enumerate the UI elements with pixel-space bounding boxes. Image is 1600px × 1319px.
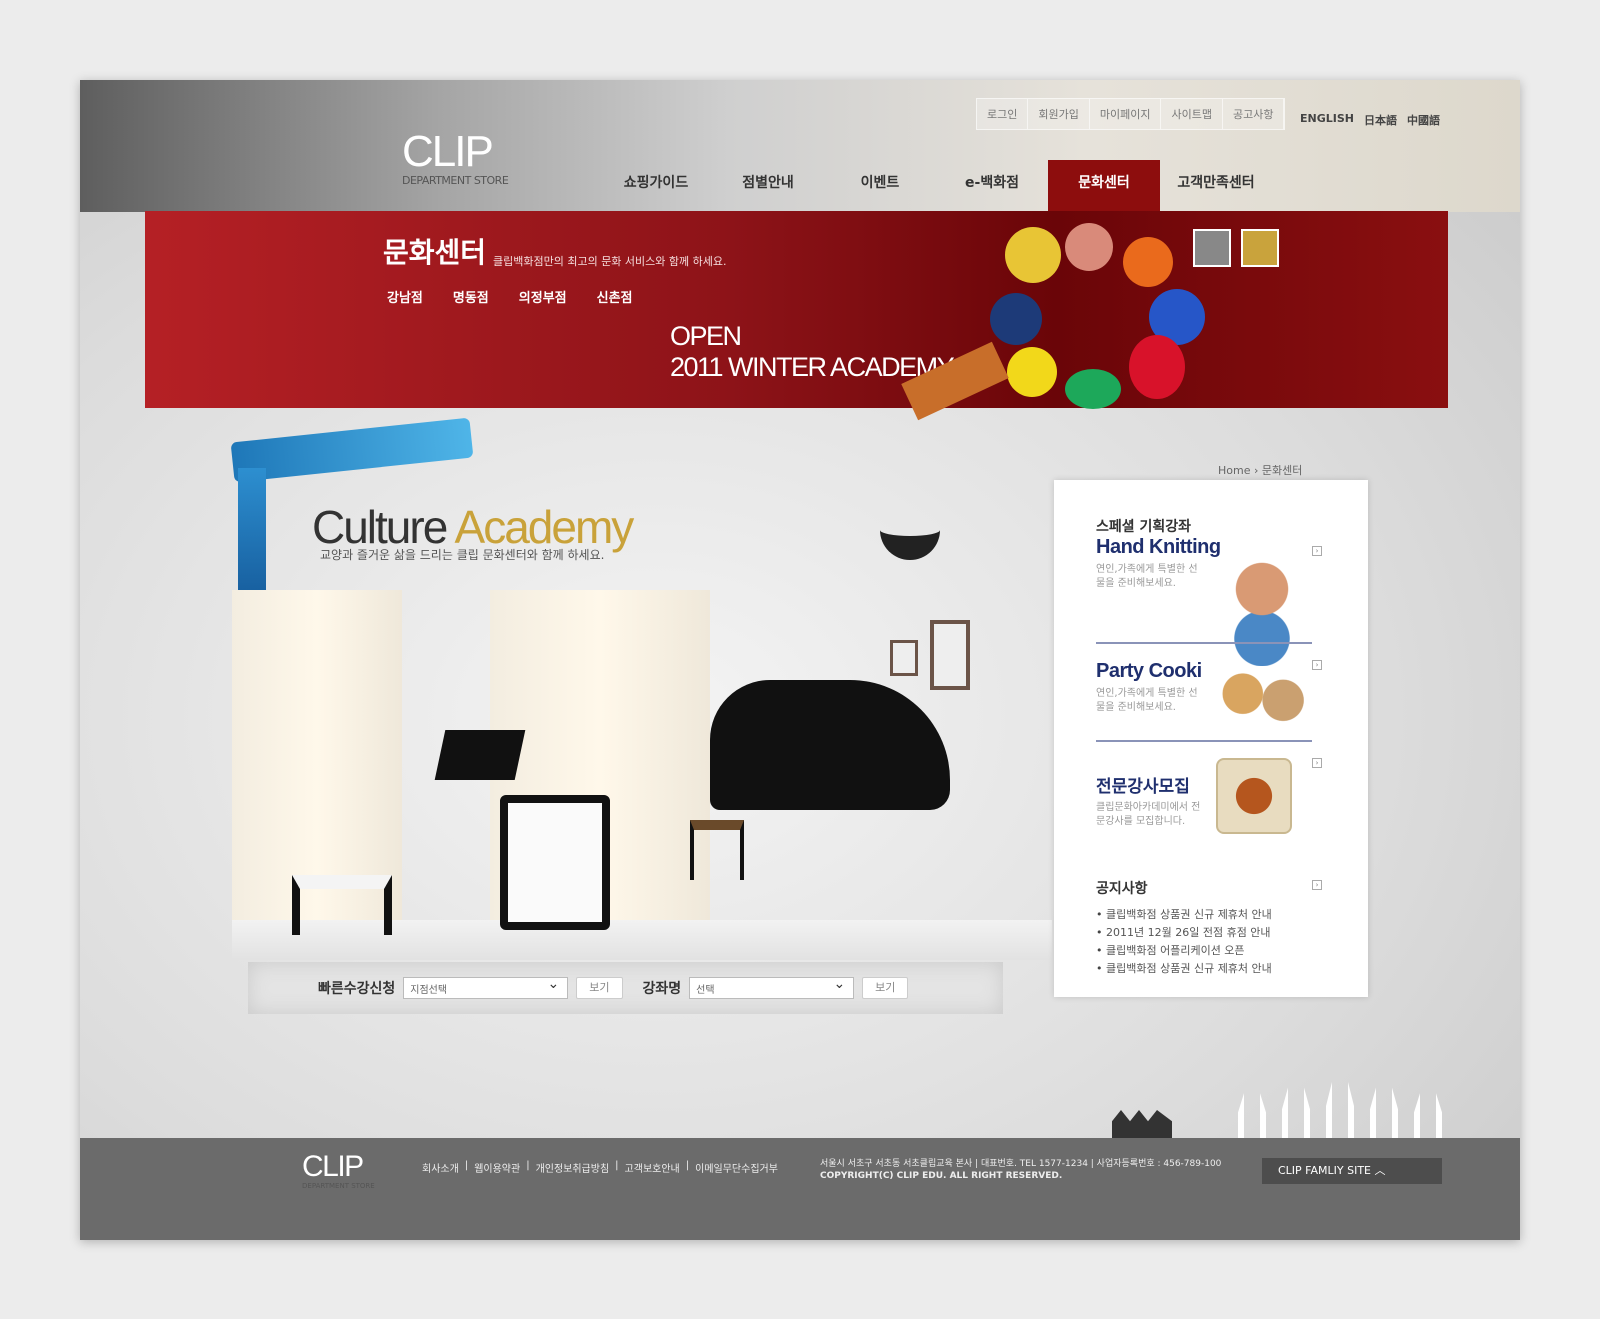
grand-piano — [710, 680, 950, 810]
notice-section: 공지사항 › 클립백화점 상품권 신규 제휴처 안내 2011년 12월 26일… — [1096, 878, 1322, 978]
piano-stool — [690, 820, 744, 880]
branch-uijeongbu[interactable]: 의정부점 — [519, 287, 567, 306]
breadcrumb-separator: › — [1253, 464, 1259, 477]
house-decoration — [1112, 1110, 1172, 1138]
yarn-image — [1224, 556, 1300, 666]
nav-culture-center[interactable]: 문화센터 — [1048, 160, 1160, 212]
paint-yellow — [1005, 227, 1061, 283]
footer-link-about[interactable]: 회사소개 — [422, 1160, 459, 1175]
arrow-right-icon[interactable]: › — [1312, 758, 1322, 768]
nav-customer-center[interactable]: 고객만족센터 — [1160, 160, 1272, 212]
ribbon-tail — [238, 468, 266, 608]
violin-image — [1216, 758, 1292, 834]
music-stand — [434, 730, 526, 780]
paint-green — [1065, 369, 1121, 409]
footer-links: 회사소개 | 웹이용약관 | 개인정보취급방침 | 고객보호안내 | 이메일무단… — [422, 1160, 778, 1175]
divider — [1096, 740, 1312, 742]
nav-event[interactable]: 이벤트 — [824, 160, 936, 212]
paint-orange — [1123, 237, 1173, 287]
picture-frame — [930, 620, 970, 690]
chandelier-icon — [880, 470, 940, 560]
picture-frame-small — [890, 640, 918, 676]
notice-item[interactable]: 클립백화점 어플리케이션 오픈 — [1096, 942, 1312, 960]
paint-red — [1129, 335, 1185, 399]
nav-shopping-guide[interactable]: 쇼핑가이드 — [600, 160, 712, 212]
banner-open-text: OPEN 2011 WINTER ACADEMY — [670, 321, 955, 382]
sitemap-link[interactable]: 사이트맵 — [1161, 99, 1223, 129]
footer-link-terms[interactable]: 웹이용약관 — [474, 1160, 520, 1175]
side-panel: 스페셜 기획강좌 Hand Knitting 연인,가족에게 특별한 선물을 준… — [1054, 480, 1368, 997]
arrow-right-icon[interactable]: › — [1312, 546, 1322, 556]
footer-link-privacy[interactable]: 개인정보취급방침 — [536, 1160, 610, 1175]
breadcrumb: Home › 문화센터 — [1218, 462, 1302, 478]
breadcrumb-current: 문화센터 — [1261, 464, 1303, 477]
banner-title: 문화센터 — [383, 236, 487, 269]
footer-link-customer[interactable]: 고객보호안내 — [625, 1160, 680, 1175]
main-nav: 쇼핑가이드 점별안내 이벤트 e-백화점 문화센터 고객만족센터 — [600, 160, 1272, 212]
join-link[interactable]: 회원가입 — [1028, 99, 1090, 129]
notice-item[interactable]: 클립백화점 상품권 신규 제휴처 안내 — [1096, 906, 1312, 924]
footer: CLIP DEPARTMENT STORE 회사소개 | 웹이용약관 | 개인정… — [80, 1138, 1520, 1240]
tree-decoration — [1230, 1050, 1450, 1138]
header: 로그인 회원가입 마이페이지 사이트맵 공고사항 ENGLISH 日本語 中國語… — [80, 80, 1520, 212]
view-button-1[interactable]: 보기 — [576, 977, 623, 999]
thumbnail-image-1[interactable] — [1193, 229, 1231, 267]
banner-subtitle: 클립백화점만의 최고의 문화 서비스와 함께 하세요. — [493, 255, 727, 268]
course-label: 강좌명 — [642, 981, 682, 997]
bench — [292, 875, 392, 935]
view-button-2[interactable]: 보기 — [862, 977, 909, 999]
mypage-link[interactable]: 마이페이지 — [1090, 99, 1162, 129]
notice-link[interactable]: 공고사항 — [1223, 99, 1285, 129]
branch-links: 강남점 명동점 의정부점 신촌점 — [387, 287, 633, 306]
nav-e-store[interactable]: e-백화점 — [936, 160, 1048, 212]
language-links: ENGLISH 日本語 中國語 — [1300, 112, 1440, 128]
divider — [1096, 642, 1312, 644]
paint-navy — [990, 293, 1042, 345]
page-panel: 로그인 회원가입 마이페이지 사이트맵 공고사항 ENGLISH 日本語 中國語… — [80, 80, 1520, 1240]
arrow-right-icon[interactable]: › — [1312, 880, 1322, 890]
notice-item[interactable]: 2011년 12월 26일 전점 휴점 안내 — [1096, 924, 1312, 942]
family-site-select[interactable]: CLIP FAMLIY SITE ︿ — [1262, 1158, 1442, 1184]
party-cookie-course[interactable]: Party Cooki 연인,가족에게 특별한 선물을 준비해보세요. › — [1096, 660, 1322, 730]
nav-stores[interactable]: 점별안내 — [712, 160, 824, 212]
cookie-image — [1214, 664, 1310, 730]
arrow-right-icon[interactable]: › — [1312, 660, 1322, 670]
branch-select[interactable]: 지점선택 — [403, 976, 569, 999]
login-link[interactable]: 로그인 — [977, 99, 1029, 129]
breadcrumb-home[interactable]: Home — [1218, 464, 1250, 477]
footer-link-email[interactable]: 이메일무단수집거부 — [695, 1160, 778, 1175]
armchair — [500, 795, 610, 930]
utility-links: 로그인 회원가입 마이페이지 사이트맵 공고사항 — [976, 98, 1286, 130]
notice-item[interactable]: 클립백화점 상품권 신규 제휴처 안내 — [1096, 960, 1312, 978]
room-window-left — [232, 590, 402, 920]
thumbnail-image-2[interactable] — [1241, 229, 1279, 267]
footer-address: 서울시 서초구 서초동 서초클립교육 본사 | 대표번호. TEL 1577-1… — [820, 1159, 1222, 1181]
quick-registration-label: 빠른수강신청 — [318, 981, 396, 997]
hero-subtitle: 교양과 즐거운 삶을 드리는 클립 문화센터와 함께 하세요. — [320, 548, 605, 562]
branch-myeongdong[interactable]: 명동점 — [453, 287, 489, 306]
culture-banner: 문화센터 클립백화점만의 최고의 문화 서비스와 함께 하세요. 강남점 명동점… — [145, 211, 1448, 421]
course-select[interactable]: 선택 — [689, 976, 855, 999]
lang-chinese[interactable]: 中國語 — [1407, 112, 1440, 128]
paint-yellow2 — [1007, 347, 1057, 397]
lang-english[interactable]: ENGLISH — [1300, 112, 1354, 128]
branch-sinchon[interactable]: 신촌점 — [597, 287, 633, 306]
ribbon-icon — [230, 417, 474, 483]
lang-japanese[interactable]: 日本語 — [1364, 112, 1397, 128]
paint-pink — [1065, 223, 1113, 271]
logo[interactable]: CLIP DEPARTMENT STORE — [402, 130, 509, 188]
quick-registration-bar: 빠른수강신청 지점선택 보기 강좌명 선택 보기 — [248, 962, 1003, 1014]
instructor-recruit[interactable]: 전문강사모집 클립문화아카데미에서 전문강사를 모집합니다. › — [1096, 758, 1322, 834]
branch-gangnam[interactable]: 강남점 — [387, 287, 423, 306]
footer-logo[interactable]: CLIP DEPARTMENT STORE — [302, 1152, 375, 1191]
special-course[interactable]: 스페셜 기획강좌 Hand Knitting 연인,가족에게 특별한 선물을 준… — [1096, 516, 1322, 666]
